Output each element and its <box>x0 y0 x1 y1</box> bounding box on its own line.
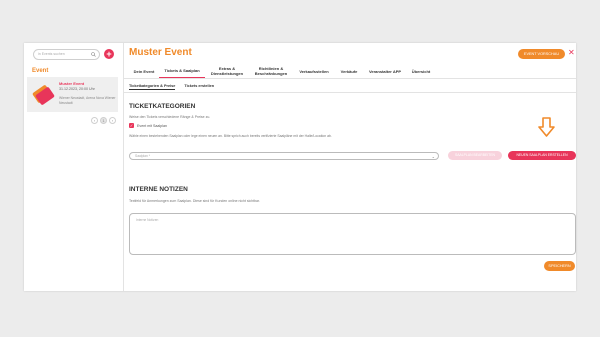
event-list-item[interactable]: Muster Event 31.12.2023, 20:00 Uhr Wiene… <box>27 77 118 112</box>
arrow-down-icon <box>538 117 555 137</box>
search-input[interactable]: in Events suchen <box>33 49 100 60</box>
sidebar-section-label: Event <box>32 68 49 74</box>
tab-extras[interactable]: Extras & Dienstleistungen <box>205 64 249 78</box>
notizen-heading: INTERNE NOTIZEN <box>129 186 188 193</box>
subtab-bar: Ticketkategorien & Preise Tickets erstel… <box>129 84 214 90</box>
notizen-placeholder: Interne Notizen <box>136 218 159 222</box>
page-title: Muster Event <box>129 47 192 58</box>
close-icon[interactable]: ✕ <box>568 48 575 57</box>
pager: ‹ 1 › <box>91 117 116 124</box>
saalplan-select-placeholder: Saalplan * <box>135 154 151 158</box>
event-name: Muster Event <box>59 81 85 86</box>
event-preview-button[interactable]: EVENT VORSCHAU <box>518 49 565 59</box>
subtab-tickets-erstellen[interactable]: Tickets erstellen <box>184 84 214 90</box>
app-window: in Events suchen + Event Muster Event 31… <box>24 43 576 291</box>
tab-veranstalter-app[interactable]: Veranstalter APP <box>363 64 407 78</box>
tab-uebersicht[interactable]: Übersicht <box>407 64 435 78</box>
ticketkategorien-description: Weise den Tickets verschiedene Ränge & P… <box>129 115 211 119</box>
divider <box>124 92 576 93</box>
pager-page-button[interactable]: 1 <box>100 117 107 124</box>
search-icon[interactable] <box>91 52 96 57</box>
chevron-down-icon: ⌄ <box>431 154 435 159</box>
edit-saalplan-button[interactable]: SAALPLAN BEARBEITEN <box>448 151 502 160</box>
ticketkategorien-heading: TICKETKATEGORIEN <box>129 103 196 110</box>
pager-prev-button[interactable]: ‹ <box>91 117 98 124</box>
subtab-ticketkategorien[interactable]: Ticketkategorien & Preise <box>129 84 176 90</box>
event-date: 31.12.2023, 20:00 Uhr <box>59 87 95 91</box>
save-button[interactable]: SPEICHERN <box>544 261 575 271</box>
saalplan-select[interactable]: Saalplan * ⌄ <box>129 152 439 160</box>
saalplan-hint: Wähle einen bestehenden Saalplan oder le… <box>129 134 332 138</box>
search-placeholder: in Events suchen <box>38 52 65 56</box>
event-thumbnail <box>32 85 55 105</box>
tab-dein-event[interactable]: Dein Event <box>129 64 159 78</box>
tab-richtlinien[interactable]: Richtlinien & Beschränkungen <box>249 64 293 78</box>
create-saalplan-button[interactable]: NEUEN SAALPLAN ERSTELLEN <box>508 151 576 160</box>
pager-next-button[interactable]: › <box>109 117 116 124</box>
saalplan-checkbox-label: Event mit Saalplan <box>137 123 167 128</box>
notizen-textarea[interactable]: Interne Notizen <box>129 213 576 255</box>
tab-tickets-saalplan[interactable]: Tickets & Saalplan <box>159 64 205 78</box>
event-venue: Wiener Neustadt, Arena Nova Wiener Neust… <box>59 96 116 105</box>
add-event-button[interactable]: + <box>104 49 114 59</box>
tab-bar: Dein Event Tickets & Saalplan Extras & D… <box>129 64 435 78</box>
sidebar: in Events suchen + Event Muster Event 31… <box>24 43 124 291</box>
divider <box>124 78 576 79</box>
notizen-description: Textfeld für Anmerkungen zum Saalplan. D… <box>129 199 260 203</box>
tab-verkaeufe[interactable]: Verkäufe <box>335 64 363 78</box>
tab-verkaufsstellen[interactable]: Verkaufsstellen <box>293 64 335 78</box>
saalplan-checkbox[interactable]: ✓ <box>129 123 134 128</box>
main-panel: Muster Event EVENT VORSCHAU ✕ Dein Event… <box>124 43 576 291</box>
